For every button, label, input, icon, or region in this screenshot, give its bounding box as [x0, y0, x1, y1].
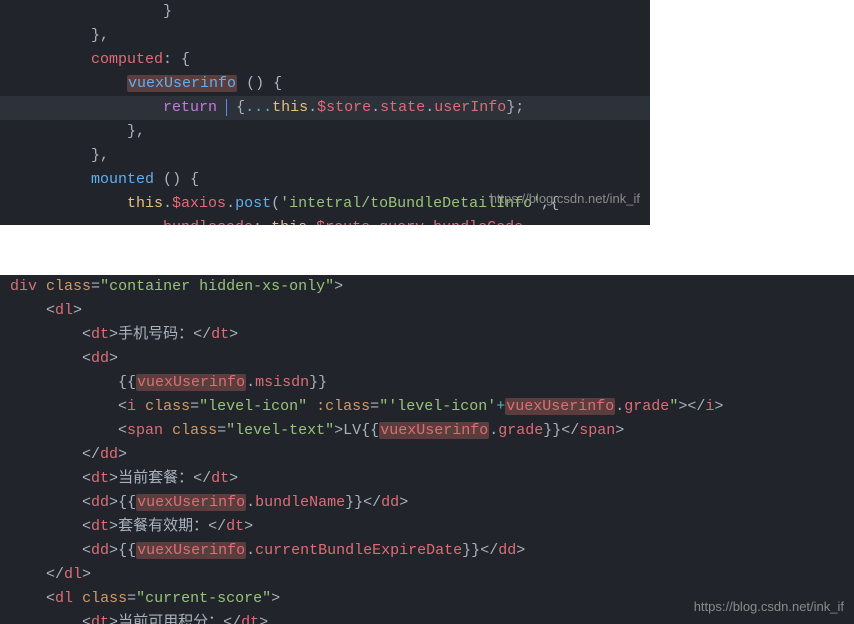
code-line: },: [0, 144, 650, 168]
code-line: computed: {: [0, 48, 650, 72]
code-line: vuexUserinfo () {: [0, 72, 650, 96]
code-line: },: [0, 24, 650, 48]
code-line: }: [0, 0, 650, 24]
code-line: <dt>当前套餐：</dt>: [0, 467, 854, 491]
code-editor-block-2[interactable]: div class="container hidden-xs-only"> <d…: [0, 275, 854, 624]
code-line: </dl>: [0, 563, 854, 587]
code-line: <dt>套餐有效期：</dt>: [0, 515, 854, 539]
code-editor-block-1[interactable]: } }, computed: { vuexUserinfo () { retur…: [0, 0, 650, 225]
code-line: return {...this.$store.state.userInfo};: [0, 96, 650, 120]
code-line: bundlecode: this.$route.query.bundleCode: [0, 216, 650, 225]
code-line: <i class="level-icon" :class="'level-ico…: [0, 395, 854, 419]
code-line: <dd>: [0, 347, 854, 371]
code-line: </dd>: [0, 443, 854, 467]
code-line: },: [0, 120, 650, 144]
code-line: <dt>手机号码：</dt>: [0, 323, 854, 347]
code-content-2: div class="container hidden-xs-only"> <d…: [0, 275, 854, 624]
watermark-2: https://blog.csdn.net/ink_if: [694, 597, 844, 618]
code-line: <dd>{{vuexUserinfo.currentBundleExpireDa…: [0, 539, 854, 563]
code-line: <dl>: [0, 299, 854, 323]
code-line: <span class="level-text">LV{{vuexUserinf…: [0, 419, 854, 443]
code-line: div class="container hidden-xs-only">: [0, 275, 854, 299]
watermark-1: https://blog.csdn.net/ink_if: [490, 189, 640, 210]
code-line: {{vuexUserinfo.msisdn}}: [0, 371, 854, 395]
code-line: <dd>{{vuexUserinfo.bundleName}}</dd>: [0, 491, 854, 515]
